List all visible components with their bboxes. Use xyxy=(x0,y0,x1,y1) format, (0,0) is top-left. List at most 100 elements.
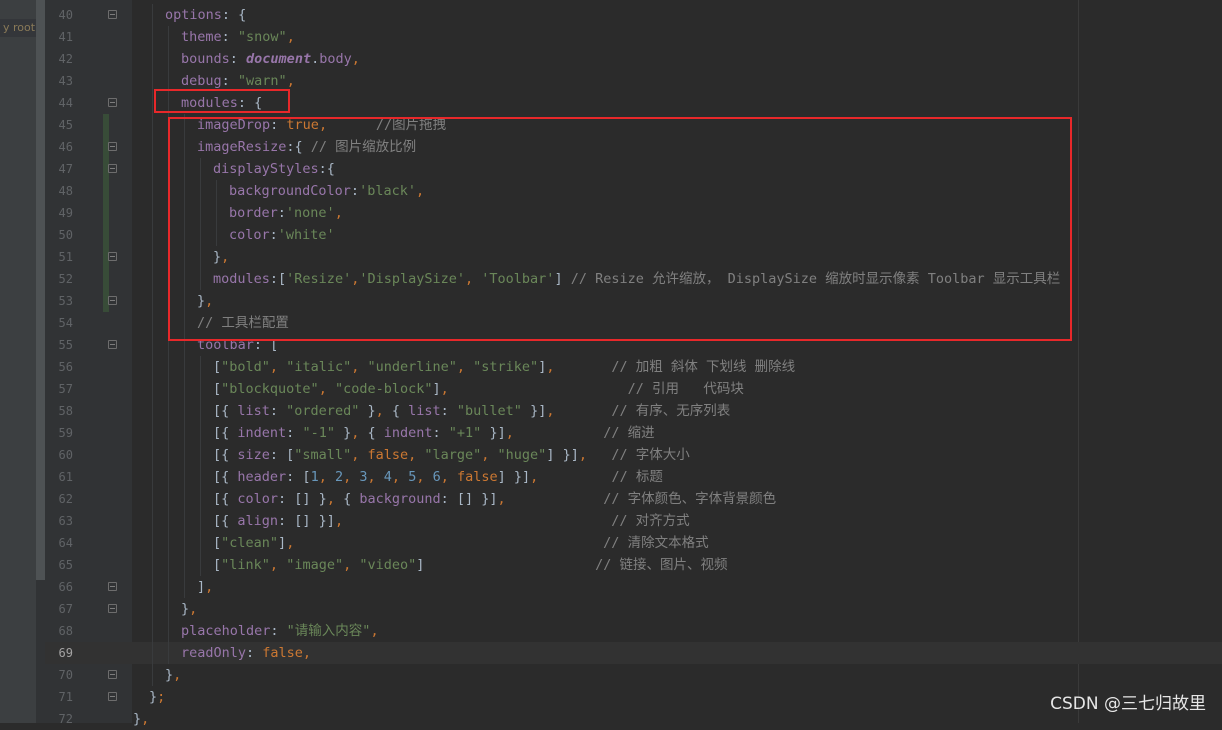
code-text[interactable]: }, xyxy=(165,664,181,686)
code-text[interactable]: ["link", "image", "video"] // 链接、图片、视频 xyxy=(213,554,727,576)
indent-guide xyxy=(184,356,185,378)
code-line[interactable]: 58 [{ list: "ordered" }, { list: "bullet"… xyxy=(45,400,1222,422)
line-number: 56 xyxy=(58,360,73,374)
code-token: "clean" xyxy=(221,535,279,551)
fold-toggle-icon[interactable] xyxy=(108,340,117,349)
code-token: : xyxy=(286,425,303,441)
vcs-change-marker[interactable] xyxy=(103,202,109,224)
code-token: // 加粗 斜体 下划线 删除线 xyxy=(554,359,796,375)
code-token: , xyxy=(505,425,514,441)
indent-guide xyxy=(184,400,185,422)
code-text[interactable]: [{ list: "ordered" }, { list: "bullet" }… xyxy=(213,400,730,422)
code-token: 6 xyxy=(432,469,441,485)
vcs-change-marker[interactable] xyxy=(103,268,109,290)
fold-toggle-icon[interactable] xyxy=(108,252,117,261)
line-number: 63 xyxy=(58,514,73,528)
code-token: options xyxy=(165,7,222,23)
vcs-change-marker[interactable] xyxy=(103,224,109,246)
code-text[interactable]: [{ indent: "-1" }, { indent: "+1" }], //… xyxy=(213,422,655,444)
code-text[interactable]: }; xyxy=(149,686,165,708)
code-line[interactable]: 70}, xyxy=(45,664,1222,686)
code-token: [ xyxy=(213,535,222,551)
code-line[interactable]: 56 ["bold", "italic", "underline", "strik… xyxy=(45,356,1222,378)
code-line[interactable]: 42 bounds: document.body, xyxy=(45,48,1222,70)
fold-toggle-icon[interactable] xyxy=(108,692,117,701)
code-line[interactable]: 61[{ header: [1, 2, 3, 4, 5, 6, false] }… xyxy=(45,466,1222,488)
code-line[interactable]: 71}; xyxy=(45,686,1222,708)
fold-toggle-icon[interactable] xyxy=(108,296,117,305)
code-line[interactable]: 65 ["link", "image", "video"] // 链接、图片、视频 xyxy=(45,554,1222,576)
code-token: : xyxy=(432,425,449,441)
indent-guide xyxy=(152,554,153,576)
code-line[interactable]: 59 [{ indent: "-1" }, { indent: "+1" }], … xyxy=(45,422,1222,444)
code-token: // 有序、无序列表 xyxy=(554,403,731,419)
code-text[interactable]: placeholder: "请输入内容", xyxy=(181,620,379,642)
code-line[interactable]: 62 [{ color: [] }, { background: [] }], /… xyxy=(45,488,1222,510)
vcs-change-marker[interactable] xyxy=(103,114,109,136)
code-text[interactable]: }, xyxy=(133,708,149,730)
code-line[interactable]: 72}, xyxy=(45,708,1222,730)
code-text[interactable]: options: { xyxy=(165,4,246,26)
code-token: "italic" xyxy=(286,359,352,375)
code-text[interactable]: ["blockquote", "code-block"], // 引用 代码块 xyxy=(213,378,744,400)
code-line[interactable]: 41 theme: "snow", xyxy=(45,26,1222,48)
fold-toggle-icon[interactable] xyxy=(108,582,117,591)
code-token: size xyxy=(237,447,270,463)
sidebar-scrollbar-thumb[interactable] xyxy=(36,0,45,580)
code-token: align xyxy=(237,513,279,529)
code-text[interactable]: theme: "snow", xyxy=(181,26,295,48)
indent-guide xyxy=(168,554,169,576)
code-token: readOnly xyxy=(181,645,247,661)
indent-guide xyxy=(168,356,169,378)
code-text[interactable]: }, xyxy=(181,598,197,620)
code-text[interactable]: [{ color: [] }, { background: [] }], // … xyxy=(213,488,776,510)
line-number: 44 xyxy=(58,96,73,110)
code-text[interactable]: bounds: document.body, xyxy=(181,48,360,70)
sidebar-scrollbar-track[interactable] xyxy=(36,580,45,723)
indent-guide xyxy=(152,312,153,334)
code-line[interactable]: 67}, xyxy=(45,598,1222,620)
indent-guide xyxy=(152,642,153,664)
code-token: : xyxy=(221,29,238,45)
indent-guide xyxy=(200,554,201,576)
code-line[interactable]: 40 options: { xyxy=(45,4,1222,26)
fold-toggle-icon[interactable] xyxy=(108,142,117,151)
vcs-change-marker[interactable] xyxy=(103,180,109,202)
project-tree-label[interactable]: y root xyxy=(0,19,36,37)
fold-toggle-icon[interactable] xyxy=(108,10,117,19)
code-token: } xyxy=(133,711,142,727)
code-token: : xyxy=(270,623,287,639)
indent-guide xyxy=(168,532,169,554)
fold-toggle-icon[interactable] xyxy=(108,98,117,107)
line-number: 60 xyxy=(58,448,73,462)
code-token: "image" xyxy=(286,557,344,573)
indent-guide xyxy=(168,642,169,664)
code-token: list xyxy=(408,403,441,419)
code-line[interactable]: 66], xyxy=(45,576,1222,598)
code-token: ] }] xyxy=(546,447,579,463)
indent-guide xyxy=(152,26,153,48)
code-token: "-1" xyxy=(302,425,335,441)
code-line[interactable]: 68 placeholder: "请输入内容", xyxy=(45,620,1222,642)
code-line[interactable]: 64 ["clean"], // 清除文本格式 xyxy=(45,532,1222,554)
fold-toggle-icon[interactable] xyxy=(108,670,117,679)
code-line[interactable]: 63 [{ align: [] }], // 对齐方式 xyxy=(45,510,1222,532)
project-tool-window[interactable]: y root xyxy=(0,0,36,723)
fold-toggle-icon[interactable] xyxy=(108,604,117,613)
code-line[interactable]: 57 ["blockquote", "code-block"], // 引用 代码… xyxy=(45,378,1222,400)
code-text[interactable]: [{ header: [1, 2, 3, 4, 5, 6, false] }],… xyxy=(213,466,663,488)
code-token: : [] }] xyxy=(440,491,498,507)
code-text[interactable]: [{ align: [] }], // 对齐方式 xyxy=(213,510,690,532)
indent-guide xyxy=(152,4,153,26)
code-text[interactable]: readOnly: false, xyxy=(181,642,311,664)
code-text[interactable]: ["clean"], // 清除文本格式 xyxy=(213,532,709,554)
fold-toggle-icon[interactable] xyxy=(108,164,117,173)
code-text[interactable]: ], xyxy=(197,576,213,598)
indent-guide xyxy=(200,378,201,400)
code-line[interactable]: 60 [{ size: ["small", false, "large", "hu… xyxy=(45,444,1222,466)
code-token: , xyxy=(456,359,474,375)
line-number: 50 xyxy=(58,228,73,242)
code-text[interactable]: ["bold", "italic", "underline", "strike"… xyxy=(213,356,795,378)
code-text[interactable]: [{ size: ["small", false, "large", "huge… xyxy=(213,444,690,466)
code-line[interactable]: 69 readOnly: false, xyxy=(45,642,1222,664)
